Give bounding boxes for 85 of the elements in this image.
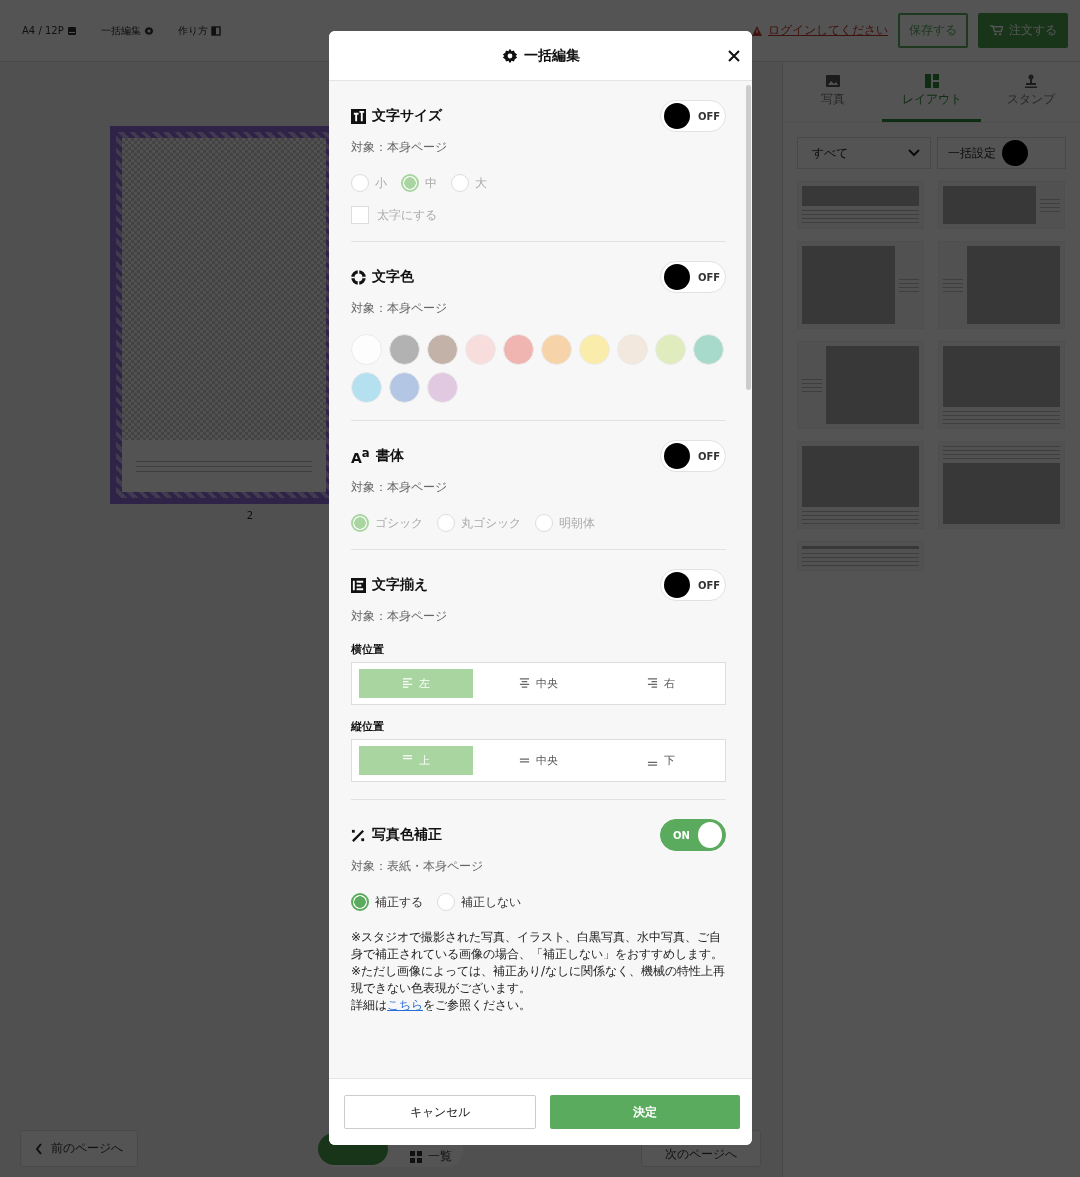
alignment-option[interactable]: 中央 [481, 669, 596, 698]
color-swatch[interactable] [351, 372, 382, 403]
alignment-option[interactable]: 上 [359, 746, 474, 775]
toggle-switch[interactable]: OFF [660, 100, 726, 132]
color-swatch[interactable] [655, 334, 686, 365]
layout-thumbnail[interactable] [938, 341, 1065, 429]
dialog-title: 一括編集 [523, 46, 580, 65]
alignment-option[interactable]: 右 [603, 669, 718, 698]
cart-icon [989, 25, 1003, 36]
target-note: 対象：本身ページ [351, 139, 448, 156]
photo-icon [825, 74, 840, 88]
layout-thumbnail[interactable] [797, 181, 924, 229]
target-note: 対象：本身ページ [351, 608, 448, 625]
toggle-switch[interactable]: OFF [660, 440, 726, 472]
target-note: 対象：本身ページ [351, 479, 448, 496]
section-title: 写真色補正 [372, 826, 442, 844]
layout-thumbnail[interactable] [797, 441, 924, 529]
section-title: 文字揃え [372, 576, 428, 594]
cancel-button[interactable]: キャンセル [344, 1095, 536, 1129]
layout-thumbnail[interactable] [938, 241, 1065, 329]
previous-page-button[interactable]: 前のページへ [20, 1130, 138, 1167]
section-title: 文字サイズ [372, 107, 442, 125]
layout-thumbnail[interactable] [797, 341, 924, 429]
align-left-icon [402, 678, 414, 689]
color-swatch[interactable] [427, 372, 458, 403]
alignment-option[interactable]: 中央 [481, 746, 596, 775]
chevron-left-icon [35, 1142, 43, 1155]
confirm-button[interactable]: 決定 [550, 1095, 740, 1129]
page-number: 2 [246, 510, 254, 521]
checkbox-option[interactable]: 太字にする [351, 206, 726, 224]
color-swatch[interactable] [427, 334, 458, 365]
stamp-icon [1023, 74, 1038, 88]
grid-icon [410, 1151, 422, 1163]
wand-icon [351, 827, 366, 843]
font-icon: A$^{a}$ [351, 446, 370, 466]
toolbar-item[interactable]: A4 / 12P [22, 23, 77, 38]
group-label: 横位置 [351, 642, 385, 657]
toggle-switch[interactable]: OFF [660, 569, 726, 601]
close-icon[interactable] [728, 50, 740, 62]
color-swatch[interactable] [503, 334, 534, 365]
color-swatch[interactable] [389, 334, 420, 365]
color-swatch[interactable] [389, 372, 420, 403]
radio-option[interactable]: ゴシック [351, 514, 423, 532]
alignment-option[interactable]: 下 [603, 746, 718, 775]
note-text: 詳細はこちら をご参照ください。 [351, 997, 532, 1014]
book-icon [66, 25, 77, 36]
details-link[interactable]: こちら [387, 998, 423, 1012]
layout-thumbnail[interactable] [797, 541, 924, 571]
align-center-icon [519, 678, 530, 689]
radio-option[interactable]: 明朝体 [535, 514, 595, 532]
gear-icon [501, 47, 518, 64]
toggle-switch[interactable]: ON [660, 819, 726, 851]
gear-icon [143, 25, 154, 36]
layout-thumbnail[interactable] [797, 241, 924, 329]
color-swatch[interactable] [465, 334, 496, 365]
radio-option[interactable]: 補正しない [437, 893, 521, 911]
color-swatch[interactable] [541, 334, 572, 365]
note-text: ※スタジオで撮影された写真、イラスト、白黒写真、水中写真、ご自身で補正されている画像の場合、「補正しない」をおすすめします。 [351, 929, 724, 963]
section-title: 書体 [375, 447, 404, 465]
filter-dropdown[interactable]: すべて [797, 137, 931, 169]
bulk-setting-toggle[interactable] [1002, 140, 1028, 166]
layout-thumbnail[interactable] [938, 181, 1065, 229]
color-swatch[interactable] [617, 334, 648, 365]
section-title: 文字色 [372, 268, 414, 286]
text-align-icon [351, 577, 366, 593]
radio-option[interactable]: 丸ゴシック [437, 514, 521, 532]
target-note: 対象：本身ページ [351, 300, 448, 317]
toggle-switch[interactable]: OFF [660, 261, 726, 293]
alignment-option[interactable]: 左 [359, 669, 474, 698]
layout-icon [924, 74, 939, 88]
color-ring-icon [351, 269, 366, 285]
chevron-down-icon [908, 149, 920, 157]
align-middle-icon [519, 755, 530, 766]
note-text: ※ただし画像によっては、補正あり/なしに関係なく、機械の特性上再現できない色表現がございます。 [351, 963, 726, 997]
panel-tab[interactable]: レイアウト [882, 62, 981, 122]
radio-option[interactable]: 補正する [351, 893, 423, 911]
color-swatch[interactable] [579, 334, 610, 365]
text-size-icon [351, 108, 366, 124]
align-right-icon [646, 678, 658, 689]
layout-thumbnail[interactable] [938, 441, 1065, 529]
group-label: 縦位置 [351, 719, 385, 734]
scrollbar[interactable] [746, 85, 751, 390]
panel-icon [210, 25, 221, 36]
color-swatch[interactable] [693, 334, 724, 365]
target-note: 対象：表紙・本身ページ [351, 858, 484, 875]
